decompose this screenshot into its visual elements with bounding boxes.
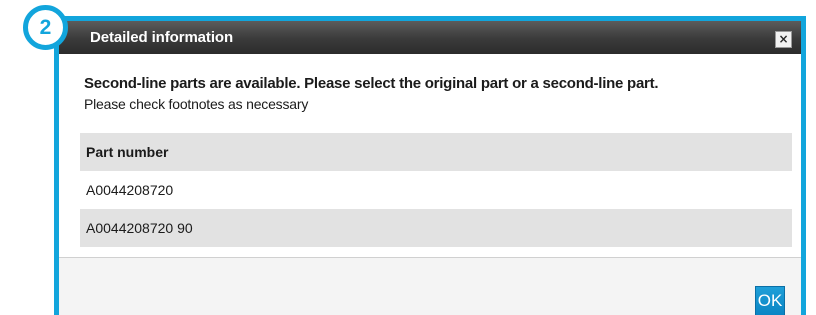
dialog-message-main: Second-line parts are available. Please …	[84, 75, 659, 92]
dialog-titlebar: Detailed information ×	[59, 21, 801, 54]
parts-table: Part number A0044208720 A0044208720 90	[80, 133, 792, 247]
table-row[interactable]: A0044208720	[80, 171, 792, 209]
table-header-part-number: Part number	[80, 133, 792, 171]
dialog-message-sub: Please check footnotes as necessary	[84, 96, 309, 112]
ok-button[interactable]: OK	[755, 286, 785, 315]
step-number-badge: 2	[23, 5, 68, 50]
dialog-title: Detailed information	[90, 29, 234, 46]
screen: 2 Detailed information × Second-line par…	[0, 0, 816, 315]
table-row[interactable]: A0044208720 90	[80, 209, 792, 247]
dialog-footer: OK	[59, 258, 801, 315]
detailed-information-dialog: Detailed information × Second-line parts…	[54, 16, 806, 315]
close-icon[interactable]: ×	[775, 31, 792, 48]
